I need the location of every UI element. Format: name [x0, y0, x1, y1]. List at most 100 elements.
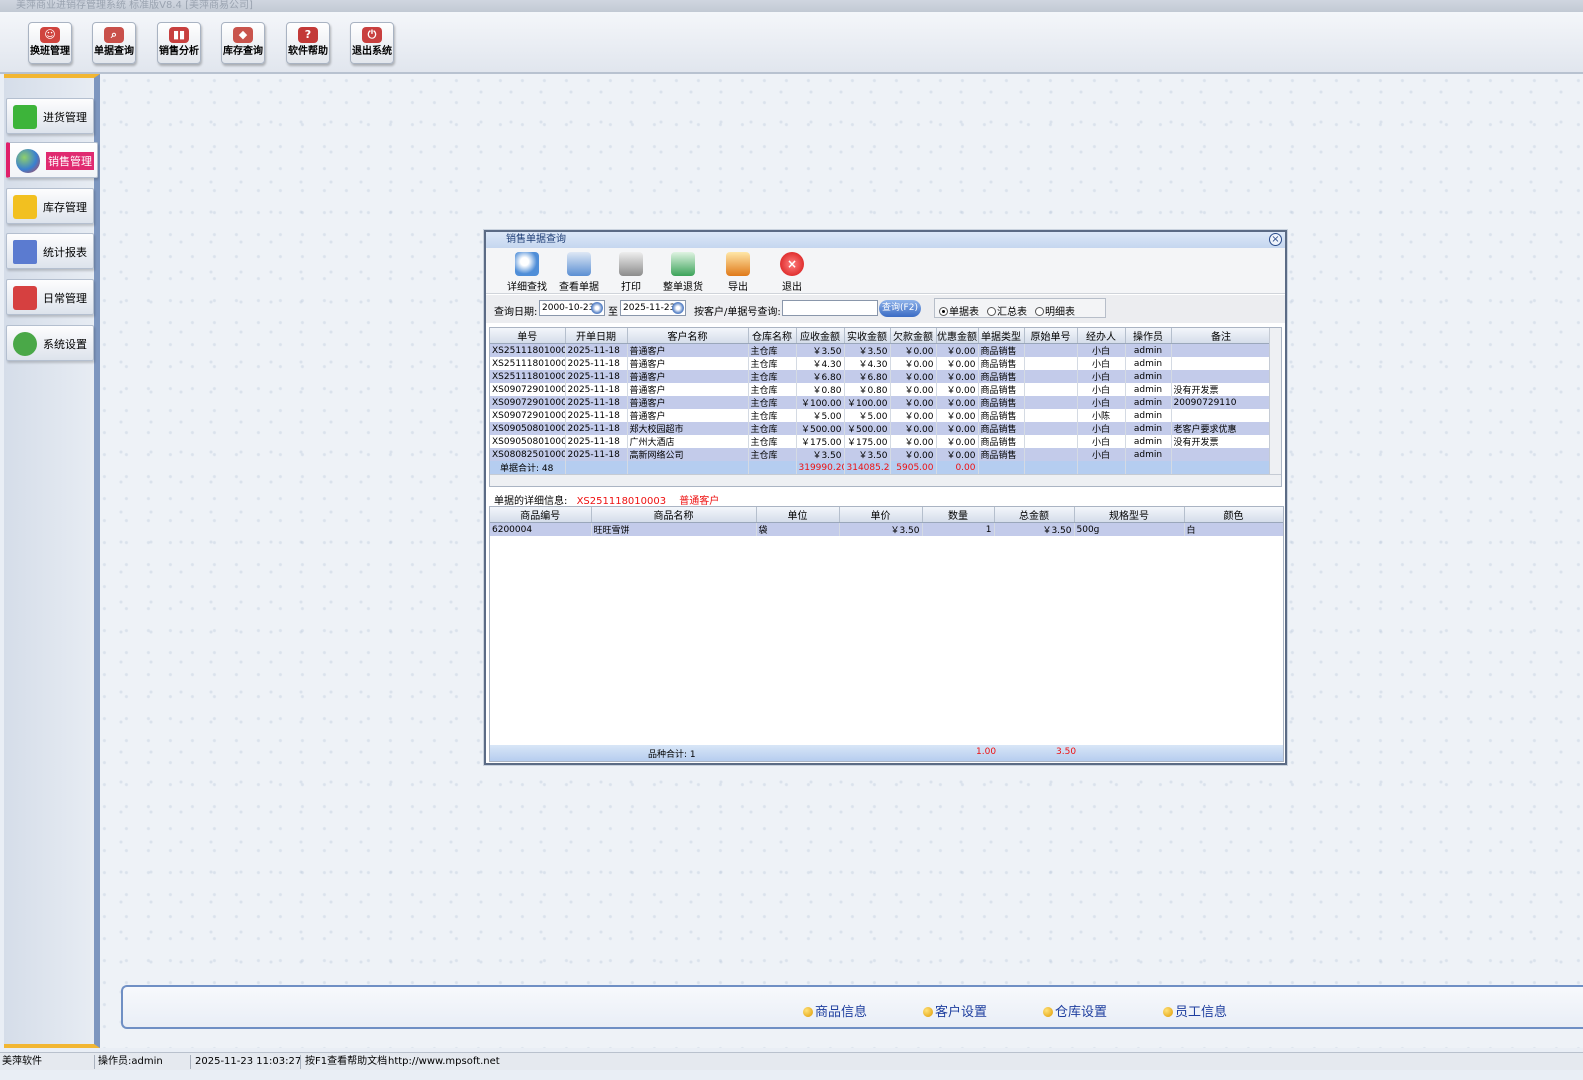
column-header[interactable]: 商品编号: [490, 507, 592, 523]
date-from-input[interactable]: 2000-10-23: [539, 300, 605, 316]
table-cell: 普通客户: [627, 409, 749, 422]
date-to-input[interactable]: 2025-11-23: [620, 300, 686, 316]
sidebar-item-daily[interactable]: 日常管理: [6, 279, 94, 315]
print-button[interactable]: 打印: [605, 250, 657, 293]
table-cell: 2025-11-18: [565, 357, 628, 370]
table-cell: 小白: [1077, 370, 1126, 383]
calendar-spin-icon[interactable]: [672, 302, 684, 314]
table-cell: ￥0.00: [936, 448, 979, 461]
radio-detail-table[interactable]: 明细表: [1035, 303, 1075, 318]
shift-management-button[interactable]: ☺ 换班管理: [28, 22, 72, 64]
software-help-button[interactable]: ? 软件帮助: [286, 22, 330, 64]
table-row[interactable]: 6200004 旺旺雪饼袋 ￥3.50 1 ￥3.50 500g 白: [490, 522, 1283, 536]
summary-row: 单据合计: 48 319990.20314085.205905.000.00: [490, 461, 1272, 474]
column-header[interactable]: 单据类型: [978, 328, 1025, 344]
link-warehouse-settings[interactable]: 仓库设置: [1043, 1001, 1107, 1020]
column-header[interactable]: 优惠金额: [936, 328, 979, 344]
table-row[interactable]: XS090729010001 2025-11-18 普通客户 主仓库 ￥5.00 ￥5.0…: [490, 409, 1272, 422]
table-cell: ￥6.80: [844, 370, 891, 383]
inventory-query-button[interactable]: ◆ 库存查询: [221, 22, 265, 64]
column-header[interactable]: 操作员: [1125, 328, 1172, 344]
export-button[interactable]: 导出: [712, 250, 764, 293]
query-button[interactable]: 查询(F2): [879, 300, 921, 317]
table-cell: 小白: [1077, 448, 1126, 461]
column-header[interactable]: 开单日期: [565, 328, 628, 344]
table-cell: [1024, 435, 1078, 448]
column-header[interactable]: 规格型号: [1074, 507, 1185, 523]
table-cell: ￥3.50: [844, 343, 891, 357]
horizontal-scrollbar[interactable]: [490, 474, 1281, 486]
export-icon: [726, 252, 750, 276]
calendar-spin-icon[interactable]: [591, 302, 603, 314]
column-header[interactable]: 原始单号: [1024, 328, 1078, 344]
column-header[interactable]: 经办人: [1077, 328, 1126, 344]
table-row[interactable]: XS090508010002 2025-11-18 郑大校园超市 主仓库 ￥500.00…: [490, 422, 1272, 435]
table-cell: 普通客户: [627, 370, 749, 383]
table-cell: 主仓库: [748, 383, 797, 396]
bill-grid[interactable]: 单号 开单日期 客户名称 仓库名称 应收金额 实收金额 欠款金额 优惠金额 单据类型 原始单号 经办…: [489, 327, 1282, 487]
table-row[interactable]: XS080825010001 2025-11-18 高新网络公司 主仓库 ￥3.50 ￥3…: [490, 448, 1272, 461]
table-cell: 500g: [1074, 522, 1185, 536]
detail-search-button[interactable]: 详细查找: [501, 250, 553, 293]
link-customer-settings[interactable]: 客户设置: [923, 1001, 987, 1020]
link-product-info[interactable]: 商品信息: [803, 1001, 867, 1020]
table-row[interactable]: XS090729010003 2025-11-18 普通客户 主仓库 ￥0.80 ￥0.8…: [490, 383, 1272, 396]
column-header[interactable]: 应收金额: [796, 328, 845, 344]
column-header[interactable]: 仓库名称: [748, 328, 797, 344]
column-header[interactable]: 欠款金额: [890, 328, 937, 344]
table-row[interactable]: XS251118010003 2025-11-18 普通客户 主仓库 ￥3.50 ￥3.5…: [490, 343, 1272, 357]
sidebar-item-inventory[interactable]: 库存管理: [6, 188, 94, 224]
table-cell: ￥4.30: [844, 357, 891, 370]
table-cell: ￥5.00: [796, 409, 845, 422]
detail-grid[interactable]: 商品编号 商品名称 单位 单价 数量 总金额 规格型号 颜色 6200004 旺旺雪饼袋 ￥3.5…: [489, 506, 1284, 762]
column-header[interactable]: 单位: [756, 507, 840, 523]
column-header[interactable]: 数量: [922, 507, 995, 523]
plus-icon: [13, 105, 37, 129]
table-row[interactable]: XS090508010001 2025-11-18 广州大酒店 主仓库 ￥175.00 ￥…: [490, 435, 1272, 448]
table-cell: ￥100.00: [796, 396, 845, 409]
table-cell: [1024, 357, 1078, 370]
vertical-scrollbar[interactable]: [1269, 328, 1281, 486]
exit-button[interactable]: × 退出: [766, 250, 818, 293]
to-label: 至: [608, 307, 618, 318]
bullet-icon: [923, 1007, 933, 1017]
column-header[interactable]: 实收金额: [844, 328, 891, 344]
table-cell: 商品销售: [978, 396, 1025, 409]
sidebar-item-settings[interactable]: 系统设置: [6, 325, 94, 361]
customer-bill-search-input[interactable]: [782, 300, 878, 316]
magnifier-icon: [515, 252, 539, 276]
table-cell: ￥3.50: [844, 448, 891, 461]
exit-system-button[interactable]: ⏻ 退出系统: [350, 22, 394, 64]
table-cell: [1024, 396, 1078, 409]
column-header[interactable]: 单号: [490, 328, 566, 344]
status-operator: 操作员:admin: [98, 1056, 163, 1067]
view-bill-button[interactable]: 查看单据: [553, 250, 605, 293]
column-header[interactable]: 备注: [1171, 328, 1272, 344]
table-cell: 广州大酒店: [627, 435, 749, 448]
table-row[interactable]: XS090729010002 2025-11-18 普通客户 主仓库 ￥100.00 ￥1…: [490, 396, 1272, 409]
table-row[interactable]: XS251118010002 2025-11-18 普通客户 主仓库 ￥4.30 ￥4.3…: [490, 357, 1272, 370]
report-type-radio-group: 单据表 汇总表 明细表: [934, 298, 1106, 318]
sidebar-item-reports[interactable]: 统计报表: [6, 233, 94, 269]
table-row[interactable]: XS251118010001 2025-11-18 普通客户 主仓库 ￥6.80 ￥6.8…: [490, 370, 1272, 383]
sidebar-item-sales[interactable]: 销售管理: [6, 142, 98, 178]
full-return-button[interactable]: 整单退货: [657, 250, 709, 293]
radio-bill-table[interactable]: 单据表: [939, 303, 979, 318]
table-cell: admin: [1125, 422, 1172, 435]
sidebar-item-purchase[interactable]: 进货管理: [6, 98, 94, 134]
column-header[interactable]: 商品名称: [591, 507, 757, 523]
link-staff-info[interactable]: 员工信息: [1163, 1001, 1227, 1020]
column-header[interactable]: 颜色: [1184, 507, 1283, 523]
column-header[interactable]: 总金额: [994, 507, 1075, 523]
sales-analysis-button[interactable]: ▮▮ 销售分析: [157, 22, 201, 64]
bill-query-button[interactable]: ⌕ 单据查询: [92, 22, 136, 64]
radio-summary-table[interactable]: 汇总表: [987, 303, 1027, 318]
column-header[interactable]: 单价: [839, 507, 923, 523]
help-icon: ?: [298, 27, 318, 43]
table-cell: ￥0.00: [890, 370, 937, 383]
table-cell: 2025-11-18: [565, 448, 628, 461]
table-cell: ￥500.00: [844, 422, 891, 435]
close-icon[interactable]: ×: [1269, 233, 1282, 246]
column-header[interactable]: 客户名称: [627, 328, 749, 344]
table-cell: [1024, 370, 1078, 383]
